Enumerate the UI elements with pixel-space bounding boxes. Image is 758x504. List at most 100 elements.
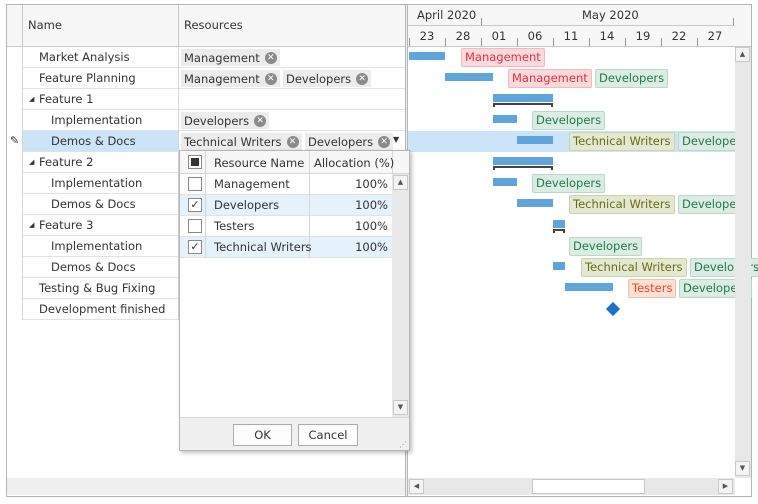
task-name[interactable]: Feature 3: [39, 215, 93, 236]
task-name[interactable]: Demos & Docs: [51, 131, 136, 152]
select-all-checkbox[interactable]: [188, 155, 202, 169]
task-name[interactable]: Development finished: [39, 299, 165, 320]
resource-label: Developers: [532, 174, 606, 193]
column-header-allocation[interactable]: Allocation (%): [314, 156, 394, 170]
resource-option-row[interactable]: ✓ Developers 100%: [180, 195, 392, 216]
task-bar[interactable]: [445, 73, 493, 81]
task-name[interactable]: Demos & Docs: [51, 194, 136, 215]
resource-label: Developers: [532, 111, 606, 130]
resource-label: Management: [461, 48, 545, 67]
task-name[interactable]: Implementation: [51, 173, 142, 194]
resource-name: Management: [214, 177, 290, 191]
resource-checkbox[interactable]: [188, 219, 202, 233]
grid-footer: [7, 478, 405, 495]
dropdown-chevron-icon[interactable]: ▼: [393, 135, 399, 144]
task-bar[interactable]: [493, 178, 517, 186]
summary-bar[interactable]: [493, 157, 553, 165]
column-header-resources[interactable]: Resources: [184, 18, 243, 32]
resource-dropdown-popup: Resource Name Allocation (%) Management 1…: [179, 150, 410, 451]
resource-tag: Technical Writers ✕: [181, 133, 302, 150]
task-bar[interactable]: [409, 52, 445, 60]
resource-checkbox[interactable]: ✓: [188, 198, 202, 212]
remove-resource-icon[interactable]: ✕: [378, 135, 391, 148]
task-name[interactable]: Testing & Bug Fixing: [39, 278, 155, 299]
scroll-left-icon[interactable]: ◀: [409, 479, 424, 494]
popup-scrollbar[interactable]: ▲ ▼: [392, 174, 409, 417]
collapse-arrow-icon[interactable]: ◢: [29, 95, 34, 103]
scroll-up-icon[interactable]: ▲: [735, 47, 750, 62]
task-bar[interactable]: [493, 115, 517, 123]
day-tick-label: 19: [635, 29, 651, 43]
resource-label: Technical Writers: [581, 258, 687, 277]
resource-allocation[interactable]: 100%: [355, 219, 388, 233]
resource-option-row[interactable]: Management 100%: [180, 174, 392, 195]
vertical-scrollbar[interactable]: ▲ ▼: [735, 47, 751, 478]
scroll-thumb[interactable]: [532, 479, 645, 494]
resource-tag-label: Developers: [184, 113, 250, 128]
task-bar[interactable]: [553, 262, 565, 270]
day-tick-label: 01: [491, 29, 507, 43]
resource-option-row[interactable]: ✓ Technical Writers 100%: [180, 237, 392, 258]
resource-allocation[interactable]: 100%: [355, 198, 388, 212]
day-tick-label: 11: [563, 29, 579, 43]
task-bar[interactable]: [517, 199, 553, 207]
task-name[interactable]: Demos & Docs: [51, 257, 136, 278]
month-may: May 2020: [582, 8, 639, 22]
resource-tag: Developers ✕: [283, 70, 372, 87]
resource-tag-label: Technical Writers: [184, 134, 282, 149]
summary-bracket: [493, 166, 553, 170]
day-tick-label: 14: [599, 29, 615, 43]
resource-label: Developers: [569, 237, 643, 256]
resource-label: Management: [508, 69, 592, 88]
scroll-up-icon[interactable]: ▲: [393, 175, 408, 190]
resource-allocation[interactable]: 100%: [355, 177, 388, 191]
resource-checkbox[interactable]: ✓: [188, 240, 202, 254]
resource-label: Testers: [628, 279, 677, 298]
remove-resource-icon[interactable]: ✕: [356, 72, 369, 85]
column-header-resource-name[interactable]: Resource Name: [214, 156, 304, 170]
summary-bar[interactable]: [553, 220, 565, 228]
task-bar[interactable]: [517, 136, 553, 144]
month-april: April 2020: [417, 8, 477, 22]
resource-name: Developers: [214, 198, 280, 212]
task-name[interactable]: Implementation: [51, 110, 142, 131]
summary-bracket: [493, 103, 553, 107]
resource-option-row[interactable]: Testers 100%: [180, 216, 392, 237]
scroll-right-icon[interactable]: ▶: [718, 479, 733, 494]
scroll-down-icon[interactable]: ▼: [735, 461, 750, 476]
summary-bar[interactable]: [493, 94, 553, 102]
cancel-button[interactable]: Cancel: [298, 424, 358, 446]
edit-pencil-icon: ✎: [10, 134, 20, 147]
day-tick-label: 28: [455, 29, 471, 43]
resource-tag: Management ✕: [181, 49, 280, 66]
day-tick-label: 27: [707, 29, 723, 43]
resource-checkbox[interactable]: [188, 177, 202, 191]
day-tick-label: 22: [671, 29, 687, 43]
resource-name: Testers: [214, 219, 255, 233]
scroll-down-icon[interactable]: ▼: [393, 400, 408, 415]
task-bar[interactable]: [565, 283, 613, 291]
task-name[interactable]: Market Analysis: [39, 47, 130, 68]
resize-grip-icon[interactable]: ⋰: [399, 440, 407, 449]
task-name[interactable]: Feature Planning: [39, 68, 136, 89]
horizontal-scrollbar[interactable]: ◀ ▶: [408, 478, 735, 495]
task-name[interactable]: Implementation: [51, 236, 142, 257]
resource-allocation[interactable]: 100%: [355, 240, 388, 254]
task-name[interactable]: Feature 2: [39, 152, 93, 173]
ok-button[interactable]: OK: [233, 424, 292, 446]
resource-tag: Developers ✕: [305, 133, 394, 150]
remove-resource-icon[interactable]: ✕: [286, 135, 299, 148]
remove-resource-icon[interactable]: ✕: [254, 114, 267, 127]
day-tick-label: 23: [419, 29, 435, 43]
collapse-arrow-icon[interactable]: ◢: [29, 221, 34, 229]
task-name[interactable]: Feature 1: [39, 89, 93, 110]
remove-resource-icon[interactable]: ✕: [264, 51, 277, 64]
resource-label: Technical Writers: [569, 132, 675, 151]
resource-tag-label: Management: [184, 71, 260, 86]
collapse-arrow-icon[interactable]: ◢: [29, 158, 34, 166]
resource-tag: Developers ✕: [181, 112, 270, 129]
remove-resource-icon[interactable]: ✕: [264, 72, 277, 85]
day-tick-label: 06: [527, 29, 543, 43]
resource-tag-label: Developers: [286, 71, 352, 86]
column-header-name[interactable]: Name: [28, 18, 62, 32]
